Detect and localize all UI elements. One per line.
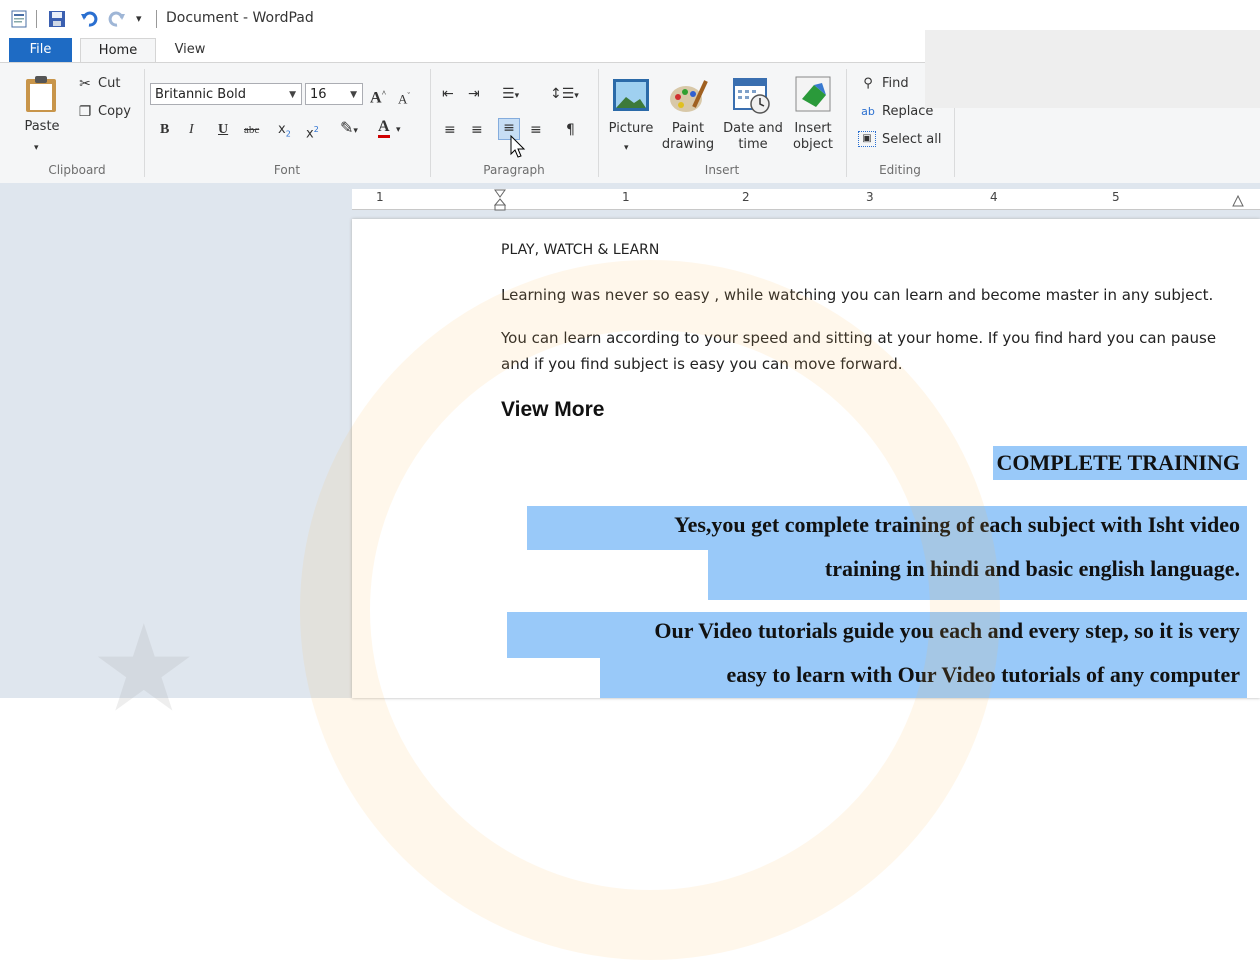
chevron-down-icon: ▼ <box>289 90 296 100</box>
grow-font-icon[interactable]: A^ <box>370 85 386 107</box>
strikethrough-icon[interactable]: abc <box>244 121 259 139</box>
select-all-label: Select all <box>882 132 942 147</box>
ruler[interactable]: 1 1 2 3 4 5 <box>352 189 1260 211</box>
insert-object-icon <box>795 76 831 112</box>
select-all-icon: ▣ <box>858 131 876 147</box>
save-icon[interactable] <box>48 10 66 28</box>
insert-group-label: Insert <box>704 163 740 177</box>
copy-button[interactable]: ❐ Copy <box>76 103 140 123</box>
italic-icon[interactable]: I <box>189 121 194 139</box>
picture-button[interactable]: Picture ▾ <box>604 73 658 161</box>
doc-selected-line: Yes,you get complete training of each su… <box>674 512 1240 537</box>
redo-icon[interactable] <box>108 10 126 28</box>
doc-selected-line: COMPLETE TRAINING <box>996 450 1240 475</box>
doc-selected-line: easy to learn with Our Video tutorials o… <box>726 662 1240 687</box>
paragraph-settings-icon[interactable]: ¶ <box>566 121 575 139</box>
wordpad-app-icon[interactable] <box>10 10 28 28</box>
calendar-clock-icon <box>733 78 770 114</box>
copy-label: Copy <box>98 104 131 119</box>
select-all-button[interactable]: ▣ Select all <box>858 131 944 151</box>
doc-line: You can learn according to your speed an… <box>501 329 1217 347</box>
paint-palette-icon <box>670 80 708 112</box>
date-time-button[interactable]: Date and time <box>718 73 788 161</box>
insert-object-label-2: object <box>792 137 834 152</box>
bold-icon[interactable]: B <box>160 121 169 139</box>
align-center-icon[interactable]: ≡ <box>471 121 483 139</box>
copy-icon: ❐ <box>78 104 92 120</box>
font-family-select[interactable]: Britannic Bold ▼ <box>150 83 302 105</box>
doc-heading: View More <box>501 398 605 421</box>
clipboard-icon <box>26 76 56 112</box>
picture-dropdown-icon[interactable]: ▾ <box>624 139 629 157</box>
justify-icon[interactable]: ≡ <box>530 121 542 139</box>
increase-indent-icon[interactable]: ⇥ <box>468 85 480 103</box>
clipboard-group-label: Clipboard <box>48 163 106 177</box>
tab-file[interactable]: File <box>9 38 72 62</box>
cut-label: Cut <box>98 76 121 91</box>
mouse-cursor-icon <box>510 135 526 158</box>
doc-selected-line: training in hindi and basic english lang… <box>824 556 1240 581</box>
doc-line: Learning was never so easy , while watch… <box>501 286 1214 304</box>
date-time-label-1: Date and <box>723 121 783 136</box>
ruler-mark: 3 <box>866 190 874 204</box>
picture-label: Picture <box>608 121 654 136</box>
cut-button[interactable]: ✂ Cut <box>76 75 136 95</box>
align-left-icon[interactable]: ≡ <box>444 121 456 139</box>
font-family-value: Britannic Bold <box>155 87 247 102</box>
blank-overlay <box>925 30 1260 108</box>
replace-icon: ab <box>861 105 875 118</box>
customize-toolbar-icon[interactable]: ▾ <box>136 10 142 28</box>
paint-drawing-button[interactable]: Paint drawing <box>660 73 716 161</box>
paragraph-group-label: Paragraph <box>483 163 545 177</box>
undo-icon[interactable] <box>80 10 98 28</box>
indent-marker-icon[interactable] <box>494 189 506 211</box>
date-time-label-2: time <box>738 137 768 152</box>
editing-group-label: Editing <box>879 163 921 177</box>
font-color-dropdown-icon[interactable]: ▾ <box>396 121 401 139</box>
ruler-mark: 5 <box>1112 190 1120 204</box>
doc-line: and if you find subject is easy you can … <box>501 355 903 373</box>
insert-object-label-1: Insert <box>794 121 832 136</box>
line-spacing-icon[interactable]: ↕☰▾ <box>550 85 579 105</box>
shrink-font-icon[interactable]: Aˇ <box>398 87 410 108</box>
picture-icon <box>613 79 649 111</box>
font-size-select[interactable]: 16 ▼ <box>305 83 363 105</box>
tab-home[interactable]: Home <box>80 38 156 63</box>
ruler-mark: 1 <box>622 190 630 204</box>
decrease-indent-icon[interactable]: ⇤ <box>442 85 454 103</box>
font-group-label: Font <box>273 163 301 177</box>
right-indent-marker-icon[interactable] <box>1232 195 1244 207</box>
find-button[interactable]: ⚲ Find <box>858 75 928 95</box>
paste-button[interactable]: Paste ▾ <box>20 73 66 153</box>
highlight-color-icon[interactable]: ✎▾ <box>340 119 358 140</box>
chevron-down-icon: ▼ <box>350 90 357 100</box>
paint-label-1: Paint <box>671 121 705 136</box>
ruler-mark: 1 <box>376 190 384 204</box>
binoculars-icon: ⚲ <box>863 76 873 91</box>
paste-label: Paste <box>24 119 60 134</box>
font-color-icon[interactable]: A <box>378 119 390 138</box>
paint-label-2: drawing <box>661 137 715 152</box>
underline-icon[interactable]: U <box>218 121 228 139</box>
window-title: Document - WordPad <box>166 10 314 26</box>
find-label: Find <box>882 76 909 91</box>
scissors-icon: ✂ <box>79 76 91 92</box>
font-size-value: 16 <box>310 87 327 102</box>
tab-view[interactable]: View <box>160 38 220 62</box>
doc-line: PLAY, WATCH & LEARN <box>501 242 660 258</box>
ruler-mark: 2 <box>742 190 750 204</box>
subscript-icon[interactable]: x2 <box>278 121 291 144</box>
paste-dropdown-icon[interactable]: ▾ <box>34 139 39 157</box>
ruler-mark: 4 <box>990 190 998 204</box>
insert-object-button[interactable]: Insert object <box>788 73 838 161</box>
superscript-icon[interactable]: x2 <box>306 121 319 143</box>
bullets-icon[interactable]: ☰▾ <box>502 85 519 105</box>
doc-selected-line: Our Video tutorials guide you each and e… <box>654 618 1240 643</box>
